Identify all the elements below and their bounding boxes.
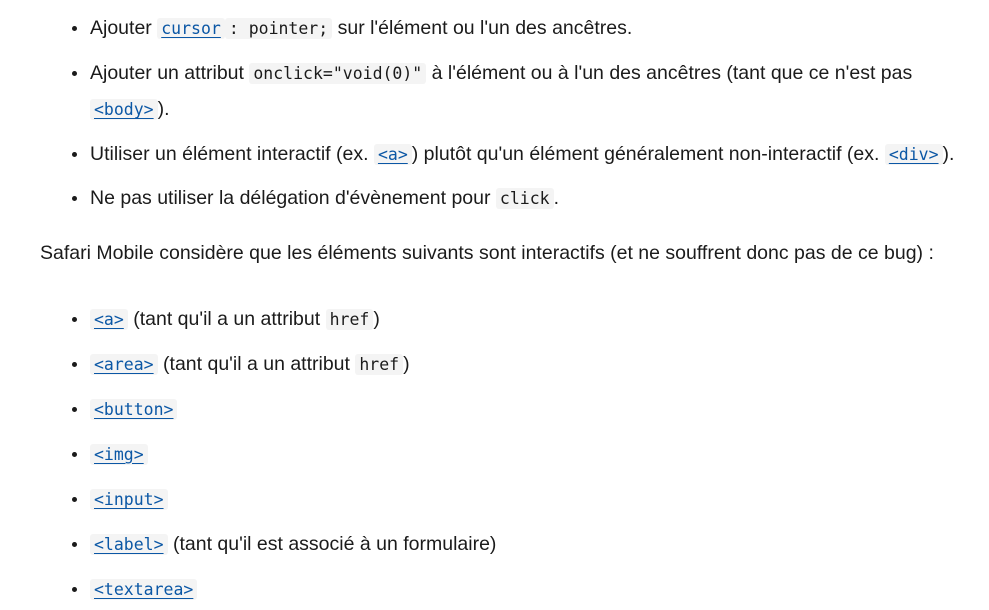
label-element-link[interactable]: <label> <box>90 533 168 555</box>
bullet-icon <box>72 407 77 412</box>
item-text: (tant qu'il a un attribut <box>133 308 321 330</box>
item-text: (tant qu'il est associé à un formulaire) <box>172 533 497 555</box>
list-item: Ajouter un attribut onclick="void(0)" à … <box>72 61 913 86</box>
bullet-icon <box>72 317 77 322</box>
bullet-icon <box>72 452 77 457</box>
list-item: Ne pas utiliser la délégation d'évènemen… <box>72 186 559 211</box>
list-item: <area> (tant qu'il a un attribut href) <box>72 352 410 377</box>
cursor-link[interactable]: cursor <box>157 17 225 39</box>
list-item: <textarea> <box>72 577 198 602</box>
bullet-icon <box>72 196 77 201</box>
div-element-link[interactable]: <div> <box>884 143 943 165</box>
item-text: ). <box>157 98 170 120</box>
bullet-icon <box>72 362 77 367</box>
item-text: ) plutôt qu'un élément généralement non-… <box>411 143 880 165</box>
item-text: Ajouter un attribut <box>90 62 244 84</box>
textarea-element-link[interactable]: <textarea> <box>90 578 198 600</box>
item-text: Utiliser un élément interactif (ex. <box>90 143 369 165</box>
item-text: ). <box>942 143 955 165</box>
list-item: <button> <box>72 397 178 422</box>
item-text: ) <box>403 353 410 375</box>
input-element-link[interactable]: <input> <box>90 488 168 510</box>
list-item: Utiliser un élément interactif (ex. <a>)… <box>72 142 955 167</box>
item-text: (tant qu'il a un attribut <box>163 353 350 375</box>
inline-code: click <box>495 188 554 209</box>
item-text: ) <box>373 308 380 330</box>
item-text: Ajouter <box>90 17 152 39</box>
inline-code: onclick="void(0)" <box>249 63 427 84</box>
inline-code: href <box>355 354 404 375</box>
img-element-link[interactable]: <img> <box>90 443 148 465</box>
inline-code: href <box>325 309 374 330</box>
bullet-icon <box>72 26 77 31</box>
list-item: <a> (tant qu'il a un attribut href) <box>72 307 380 332</box>
area-element-link[interactable]: <area> <box>90 353 158 375</box>
body-element-link[interactable]: <body> <box>90 98 158 120</box>
item-text: à l'élément ou à l'un des ancêtres (tant… <box>431 62 913 84</box>
bullet-icon <box>72 497 77 502</box>
inline-code: : pointer; <box>224 18 333 39</box>
item-text: sur l'élément ou l'un des ancêtres. <box>337 17 633 39</box>
list-item: <input> <box>72 487 168 512</box>
item-text: Ne pas utiliser la délégation d'évènemen… <box>90 187 491 209</box>
bullet-icon <box>72 587 77 592</box>
list-item: <label> (tant qu'il est associé à un for… <box>72 532 497 557</box>
a-element-link[interactable]: <a> <box>90 308 128 330</box>
bullet-icon <box>72 71 77 76</box>
item-text: . <box>553 187 559 209</box>
button-element-link[interactable]: <button> <box>90 398 178 420</box>
bullet-icon <box>72 152 77 157</box>
list-item: <img> <box>72 442 148 467</box>
list-item: Ajouter cursor: pointer; sur l'élément o… <box>72 16 633 41</box>
list-item-continuation: <body>). <box>90 97 170 122</box>
a-element-link[interactable]: <a> <box>373 143 412 165</box>
paragraph: Safari Mobile considère que les éléments… <box>40 242 934 264</box>
bullet-icon <box>72 542 77 547</box>
